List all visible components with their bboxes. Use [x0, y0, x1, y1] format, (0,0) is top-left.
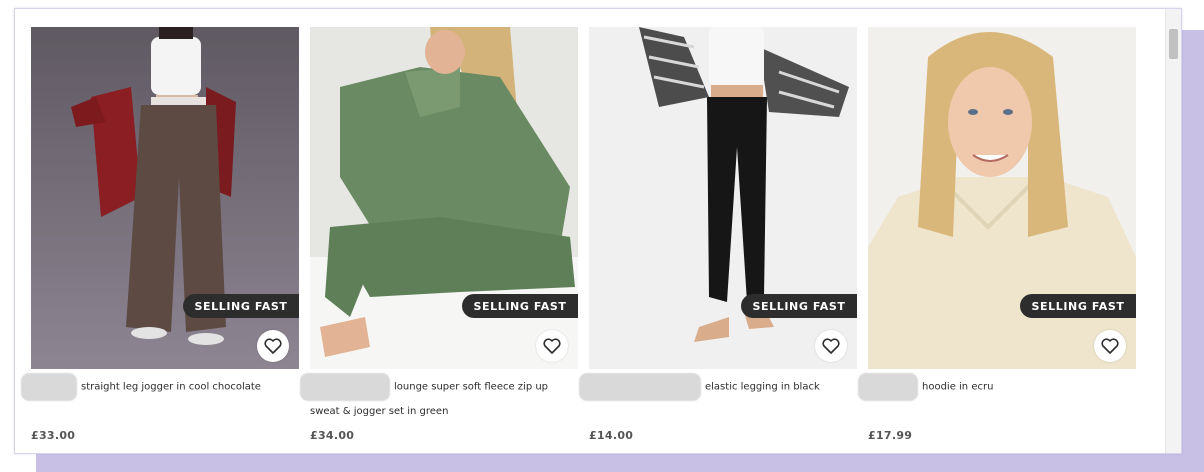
heart-icon[interactable] — [1094, 330, 1126, 362]
product-grid-window: SELLING FAST straight leg jogger in cool… — [14, 8, 1182, 454]
brand-name-redacted — [21, 373, 77, 401]
product-title[interactable]: elastic legging in black — [579, 373, 857, 419]
selling-fast-badge: SELLING FAST — [1020, 294, 1136, 318]
product-price: £34.00 — [310, 429, 355, 442]
selling-fast-badge: SELLING FAST — [462, 294, 578, 318]
scrollbar-thumb[interactable] — [1169, 29, 1178, 59]
heart-icon[interactable] — [536, 330, 568, 362]
product-price: £17.99 — [868, 429, 913, 442]
selling-fast-badge: SELLING FAST — [741, 294, 857, 318]
product-price: £33.00 — [31, 429, 76, 442]
product-title-text[interactable]: hoodie in ecru — [922, 382, 993, 393]
background-accent-bottom — [36, 452, 1204, 472]
product-card[interactable]: SELLING FAST hoodie in ecru — [858, 27, 1136, 419]
product-image[interactable]: SELLING FAST — [589, 27, 857, 369]
vertical-scrollbar[interactable] — [1165, 9, 1181, 453]
product-image[interactable]: SELLING FAST — [310, 27, 578, 369]
heart-icon[interactable] — [257, 330, 289, 362]
product-card[interactable]: SELLING FAST lounge super soft fleece zi… — [300, 27, 578, 419]
brand-name-redacted — [579, 373, 701, 401]
product-title[interactable]: lounge super soft fleece zip up sweat & … — [300, 373, 578, 419]
brand-name-redacted — [300, 373, 390, 401]
brand-name-redacted — [858, 373, 918, 401]
heart-icon[interactable] — [815, 330, 847, 362]
product-title[interactable]: hoodie in ecru — [858, 373, 1136, 419]
product-title[interactable]: straight leg jogger in cool chocolate — [21, 373, 299, 419]
selling-fast-badge: SELLING FAST — [183, 294, 299, 318]
product-card[interactable]: SELLING FAST straight leg jogger in cool… — [21, 27, 299, 419]
product-price: £14.00 — [589, 429, 634, 442]
product-image[interactable]: SELLING FAST — [868, 27, 1136, 369]
product-card[interactable]: SELLING FAST elastic legging in black — [579, 27, 857, 419]
product-image[interactable]: SELLING FAST — [31, 27, 299, 369]
product-title-text[interactable]: elastic legging in black — [705, 382, 820, 393]
product-title-text[interactable]: straight leg jogger in cool chocolate — [81, 382, 261, 393]
